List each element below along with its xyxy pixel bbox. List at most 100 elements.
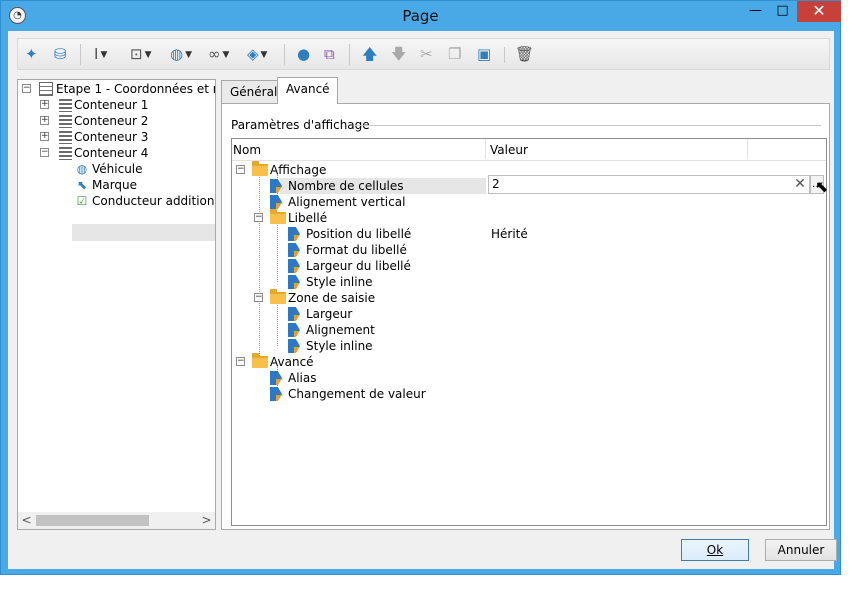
paste-icon[interactable]: ▣ — [477, 43, 491, 65]
globe-icon: ◍ — [76, 162, 88, 176]
clear-value-icon[interactable]: ✕ — [792, 175, 808, 194]
tree-item-conteneur-2[interactable]: + Conteneur 2 — [18, 113, 215, 129]
tree-item-label: Etape 1 - Coordonnées et mar — [56, 82, 215, 96]
container-icon — [59, 131, 72, 144]
arrow-down-icon[interactable]: 🡇 — [391, 43, 406, 65]
arrow-up-icon[interactable]: 🡅 — [362, 43, 377, 65]
magic-wand-icon[interactable]: ✦ — [25, 43, 38, 65]
add-shapes-icon[interactable]: ⧉ — [324, 43, 335, 65]
link-icon[interactable]: ∞ ▼ — [208, 43, 229, 65]
column-header-nom[interactable]: Nom — [233, 143, 261, 157]
tree-item-label: Conteneur 1 — [74, 98, 149, 112]
prop-row-format-du-libelle[interactable]: Format du libellé — [232, 242, 826, 258]
close-button[interactable]: ✕ — [797, 1, 841, 22]
collapse-icon[interactable]: − — [40, 148, 49, 157]
expand-icon[interactable]: + — [40, 132, 49, 141]
property-grid: Nom Valeur − Affichage Nombre de cellule… — [231, 138, 828, 526]
column-divider — [747, 139, 748, 159]
tree-item-conducteur-additionnel[interactable]: ☑ Conducteur additionne — [18, 193, 216, 209]
tree-item-vehicule[interactable]: ◍ Véhicule — [18, 161, 215, 177]
scroll-left-icon[interactable]: < — [18, 512, 35, 529]
tree-item-etape-1[interactable]: − Etape 1 - Coordonnées et mar — [18, 81, 215, 97]
prop-label: Alignement — [306, 323, 375, 337]
prop-row-changement-de-valeur[interactable]: Changement de valeur — [232, 386, 826, 402]
ok-button[interactable]: Ok — [681, 539, 749, 561]
copy-icon[interactable]: ❐ — [448, 43, 461, 65]
property-icon — [270, 179, 282, 193]
cut-icon[interactable]: ✂ — [420, 43, 433, 65]
prop-label: Position du libellé — [306, 227, 412, 241]
tab-avance[interactable]: Avancé — [277, 77, 338, 104]
maximize-button[interactable]: □ — [769, 1, 796, 22]
property-icon — [288, 259, 300, 273]
folder-icon — [252, 161, 268, 176]
prop-value: Hérité — [491, 227, 528, 241]
tree-item-label: Marque — [92, 178, 138, 192]
collapse-icon[interactable]: − — [236, 165, 245, 174]
tab-content-avance: Paramètres d'affichage Nom Valeur − Affi… — [221, 103, 830, 530]
toolbar-separator — [349, 44, 350, 65]
prop-row-alignement[interactable]: Alignement — [232, 322, 826, 338]
page-grid-icon — [39, 82, 53, 96]
prop-label: Largeur du libellé — [306, 259, 411, 273]
prop-row-avance[interactable]: − Avancé — [232, 353, 826, 370]
toolbar-separator — [80, 44, 81, 65]
prop-row-largeur[interactable]: Largeur — [232, 306, 826, 322]
tree-selection-highlight — [72, 224, 215, 241]
title-bar: ◔ Page — □ ✕ — [1, 1, 841, 31]
tree-item-conteneur-1[interactable]: + Conteneur 1 — [18, 97, 215, 113]
prop-row-style-inline-saisie[interactable]: Style inline — [232, 338, 826, 354]
tree-item-conteneur-4[interactable]: − Conteneur 4 — [18, 145, 215, 161]
tree-item-conteneur-3[interactable]: + Conteneur 3 — [18, 129, 215, 145]
folder-icon — [252, 353, 268, 368]
cancel-button[interactable]: Annuler — [765, 539, 837, 561]
delete-icon[interactable]: 🗑 — [515, 43, 534, 65]
property-icon — [288, 243, 300, 257]
tree-item-label: Véhicule — [92, 162, 143, 176]
database-refresh-icon[interactable]: ⛁ — [54, 43, 67, 65]
structure-tree[interactable]: − Etape 1 - Coordonnées et mar + Contene… — [17, 79, 216, 530]
folder-icon — [270, 209, 286, 224]
user-icon[interactable]: ● — [297, 43, 310, 65]
ok-button-label: Ok — [706, 543, 724, 557]
form-field-icon[interactable]: ⊡ ▼ — [130, 43, 152, 65]
scroll-right-icon[interactable]: > — [198, 512, 215, 529]
tab-general[interactable]: Général — [221, 80, 278, 104]
container-icon — [59, 99, 72, 112]
text-cursor-icon[interactable]: Ⅰ ▼ — [94, 43, 107, 65]
globe-icon[interactable]: ◍ ▼ — [170, 43, 192, 65]
collapse-icon[interactable]: − — [254, 213, 263, 222]
collapse-icon[interactable]: − — [254, 293, 263, 302]
prop-label: Alias — [288, 371, 317, 385]
window-title: Page — [402, 7, 439, 25]
scroll-thumb[interactable] — [36, 515, 149, 526]
box-icon[interactable]: ◈ ▼ — [247, 43, 267, 65]
collapse-icon[interactable]: − — [236, 357, 245, 366]
property-icon — [288, 275, 300, 289]
toolbar-separator — [284, 44, 285, 65]
prop-row-largeur-du-libelle[interactable]: Largeur du libellé — [232, 258, 826, 274]
prop-row-style-inline[interactable]: Style inline — [232, 274, 826, 290]
toolbar: ✦ ⛁ Ⅰ ▼ ⊡ ▼ ◍ ▼ ∞ ▼ ◈ ▼ ● ⧉ 🡅 🡇 ✂ ❐ ▣ 🗑 — [17, 38, 830, 70]
column-header-valeur[interactable]: Valeur — [490, 143, 528, 157]
dialog-client-area: ✦ ⛁ Ⅰ ▼ ⊡ ▼ ◍ ▼ ∞ ▼ ◈ ▼ ● ⧉ 🡅 🡇 ✂ ❐ ▣ 🗑 − — [8, 31, 837, 569]
minimize-button[interactable]: — — [742, 1, 769, 22]
prop-row-zone-de-saisie[interactable]: − Zone de saisie — [232, 289, 826, 306]
prop-label: Largeur — [306, 307, 353, 321]
expand-icon[interactable]: + — [40, 100, 49, 109]
horizontal-scrollbar[interactable]: < > — [18, 512, 215, 529]
expand-icon[interactable]: + — [40, 116, 49, 125]
tree-item-label: Conducteur additionne — [92, 194, 216, 208]
prop-row-alias[interactable]: Alias — [232, 370, 826, 386]
property-icon — [288, 227, 300, 241]
container-icon — [59, 147, 72, 160]
prop-label: Affichage — [270, 163, 327, 177]
prop-row-libelle[interactable]: − Libellé — [232, 209, 826, 226]
nombre-de-cellules-input[interactable]: 2 — [488, 175, 810, 194]
prop-row-alignement-vertical[interactable]: Alignement vertical — [232, 194, 826, 210]
prop-row-position-du-libelle[interactable]: Position du libellé Hérité — [232, 226, 826, 242]
collapse-icon[interactable]: − — [22, 84, 31, 93]
pointer-icon: ⬉ — [76, 178, 88, 192]
prop-label: Nombre de cellules — [288, 179, 404, 193]
tree-item-marque[interactable]: ⬉ Marque — [18, 177, 215, 193]
